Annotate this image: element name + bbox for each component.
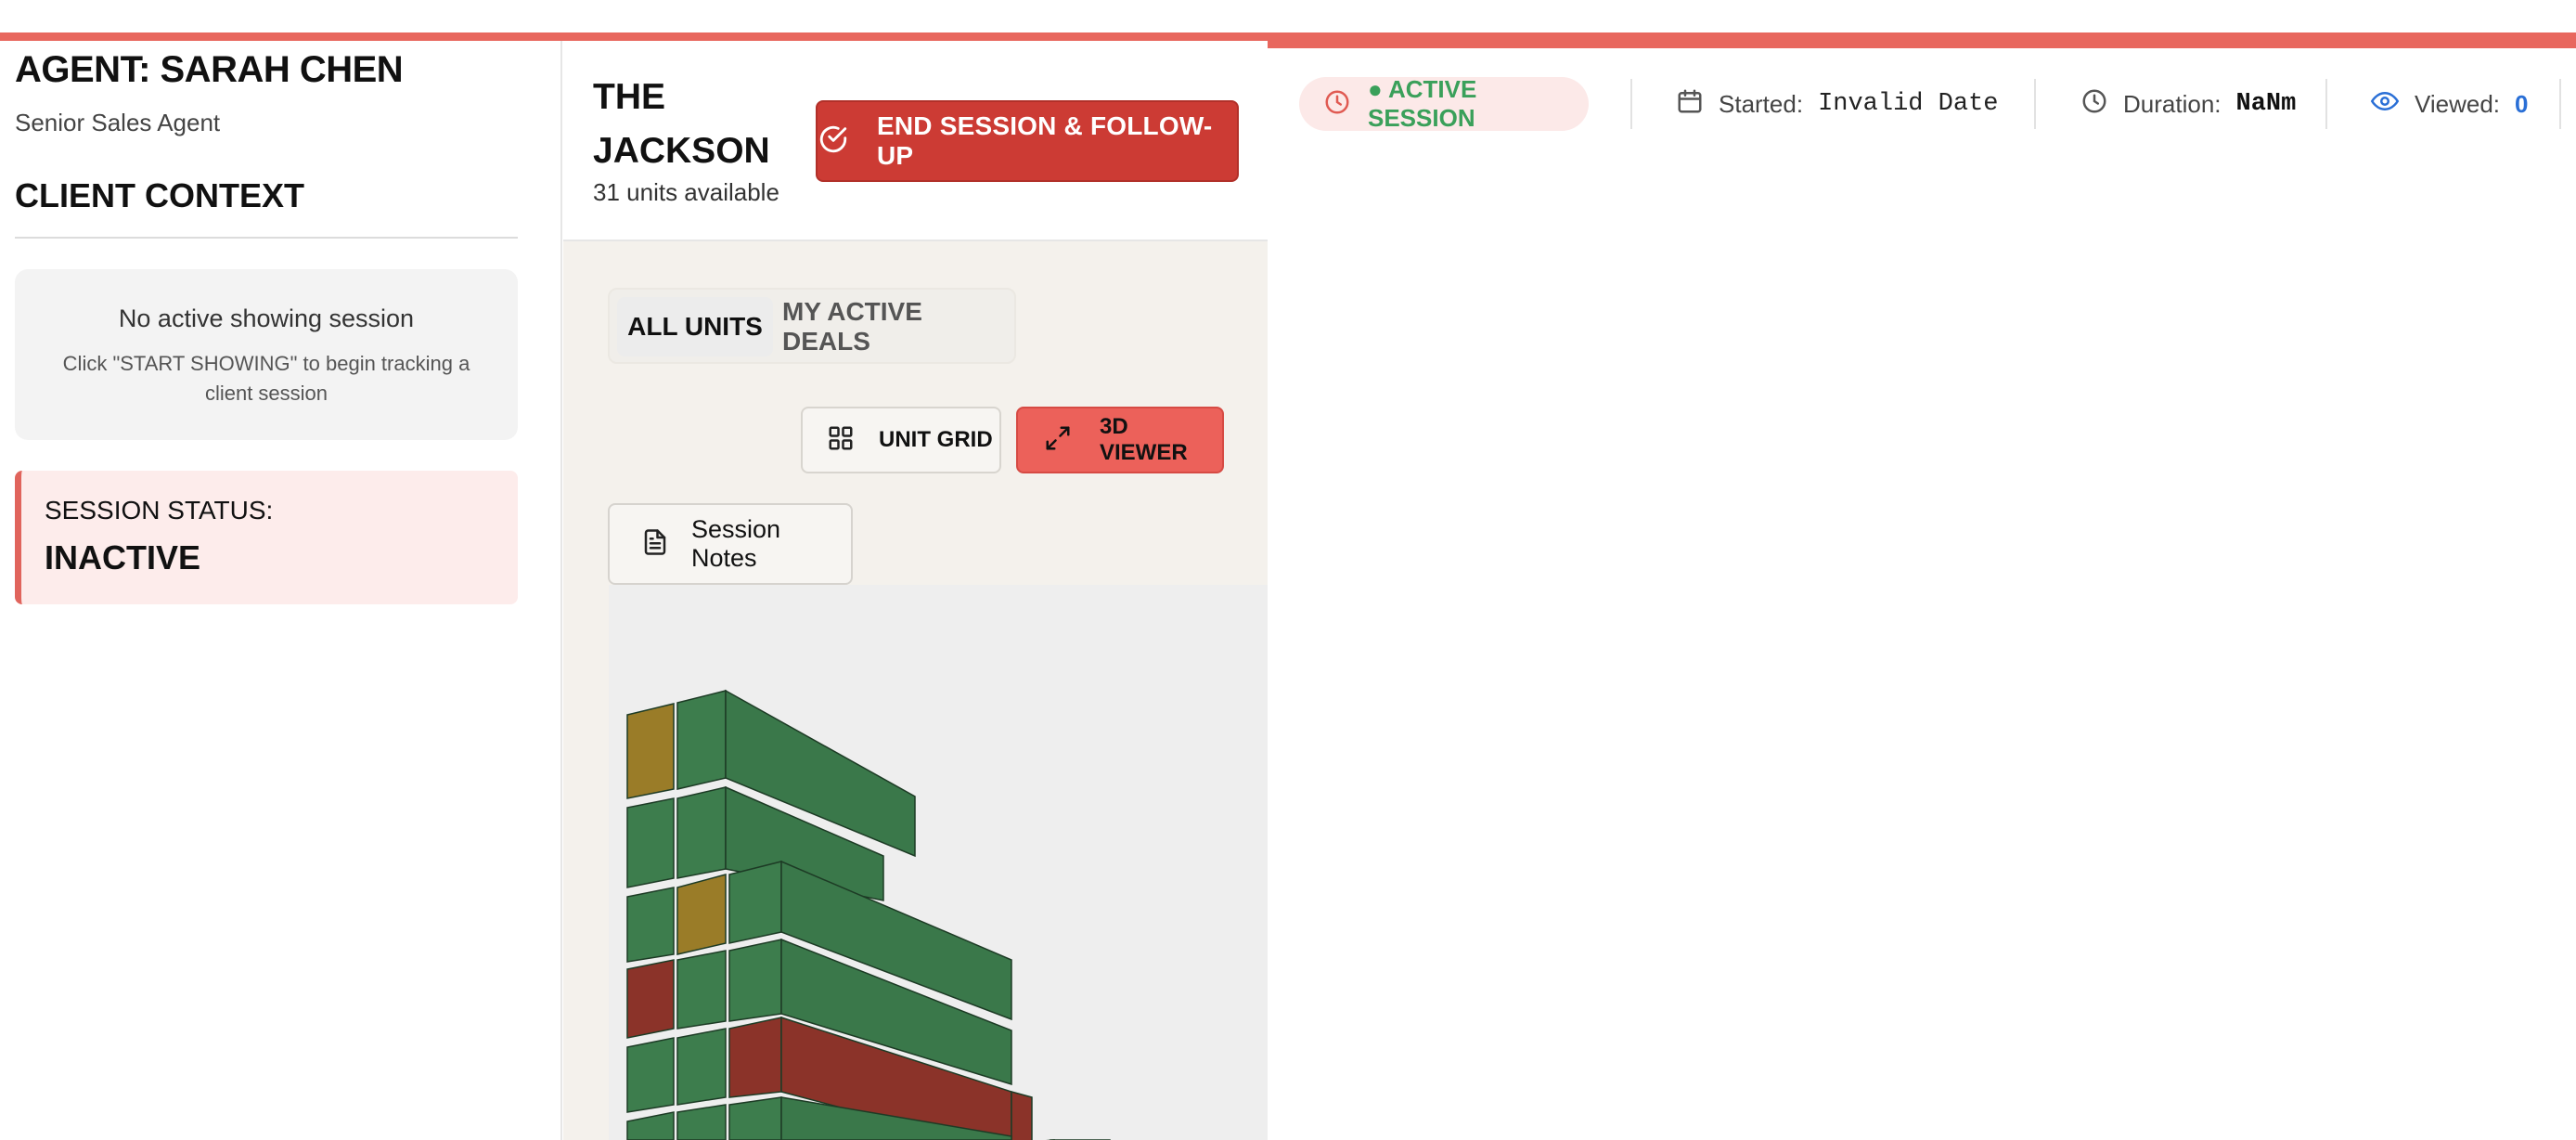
active-session-pill: ● ACTIVE SESSION — [1299, 75, 1589, 132]
no-session-hint: Click "START SHOWING" to begin tracking … — [62, 352, 470, 405]
tab-all-units[interactable]: ALL UNITS — [617, 297, 773, 356]
divider — [2325, 79, 2327, 129]
duration-item: Duration: NaNm — [2080, 84, 2296, 124]
duration-value: NaNm — [2235, 90, 2297, 118]
started-value: Invalid Date — [1818, 90, 1999, 118]
session-info-bar: ● ACTIVE SESSION Started: Invalid Date D… — [1268, 48, 2576, 160]
main-content-area — [1268, 160, 2576, 1140]
unit-block — [676, 1104, 727, 1140]
client-context-title: CLIENT CONTEXT — [15, 176, 304, 214]
unit-block — [626, 887, 675, 963]
3d-viewer-button[interactable]: 3D VIEWER — [1016, 407, 1224, 473]
unit-block — [626, 959, 675, 1039]
3d-viewer-label: 3D VIEWER — [1100, 414, 1188, 465]
clock-icon — [1323, 88, 1351, 121]
unit-block — [676, 874, 727, 955]
units-available: 31 units available — [593, 178, 779, 206]
check-circle-icon — [818, 123, 849, 160]
divider — [2559, 79, 2561, 129]
viewed-count: 0 — [2515, 89, 2529, 118]
accent-bar-left — [0, 32, 1268, 41]
unit-block — [676, 1028, 727, 1106]
3d-building-viewer[interactable] — [609, 585, 1268, 1140]
session-status-value: INACTIVE — [45, 538, 201, 576]
agent-name: AGENT: SARAH CHEN — [15, 49, 404, 90]
clock-icon — [2080, 87, 2108, 122]
unit-block — [728, 1096, 782, 1140]
unit-block — [626, 703, 675, 799]
document-icon — [641, 528, 669, 561]
unit-block — [728, 861, 782, 944]
building-panel: THE JACKSON 31 units available END SESSI… — [563, 41, 1268, 1140]
unit-block — [728, 1017, 782, 1098]
started-label: Started: — [1719, 89, 1804, 118]
unit-block — [626, 1037, 675, 1113]
unit-tabs: ALL UNITS MY ACTIVE DEALS — [608, 288, 1016, 364]
unit-block — [676, 690, 727, 790]
divider — [1630, 79, 1632, 129]
viewed-item: Viewed: 0 — [2370, 84, 2529, 124]
session-notes-label: Session Notes — [691, 515, 781, 572]
session-status-card — [15, 471, 518, 604]
unit-grid-button[interactable]: UNIT GRID — [801, 407, 1001, 473]
viewed-label: Viewed: — [2415, 89, 2501, 118]
agent-role: Senior Sales Agent — [15, 109, 221, 136]
grid-icon — [827, 424, 855, 457]
building-name: THE JACKSON — [593, 77, 770, 171]
unit-block — [676, 786, 727, 879]
unit-block — [1011, 1091, 1033, 1140]
duration-label: Duration: — [2123, 89, 2222, 118]
session-status-label: SESSION STATUS: — [45, 496, 274, 525]
session-notes-button[interactable]: Session Notes — [608, 503, 853, 585]
end-session-label: END SESSION & FOLLOW-UP — [877, 111, 1213, 170]
active-session-label: ● ACTIVE SESSION — [1368, 75, 1477, 132]
eye-icon — [2370, 87, 2400, 122]
tab-my-active-deals[interactable]: MY ACTIVE DEALS — [782, 297, 1014, 356]
divider — [2034, 79, 2036, 129]
calendar-icon — [1676, 87, 1704, 122]
expand-icon — [1044, 424, 1072, 457]
unit-block — [676, 950, 727, 1030]
end-session-button[interactable]: END SESSION & FOLLOW-UP — [816, 100, 1239, 182]
started-item: Started: Invalid Date — [1676, 84, 1999, 124]
unit-block — [626, 1111, 675, 1140]
building-header: THE JACKSON 31 units available END SESSI… — [563, 41, 1268, 241]
building-model[interactable] — [609, 585, 1268, 1140]
no-session-title: No active showing session — [118, 304, 415, 332]
unit-block — [728, 939, 782, 1022]
unit-block — [626, 797, 675, 888]
accent-bar-right — [1268, 32, 2576, 48]
divider — [15, 237, 518, 239]
unit-grid-label: UNIT GRID — [879, 427, 993, 452]
